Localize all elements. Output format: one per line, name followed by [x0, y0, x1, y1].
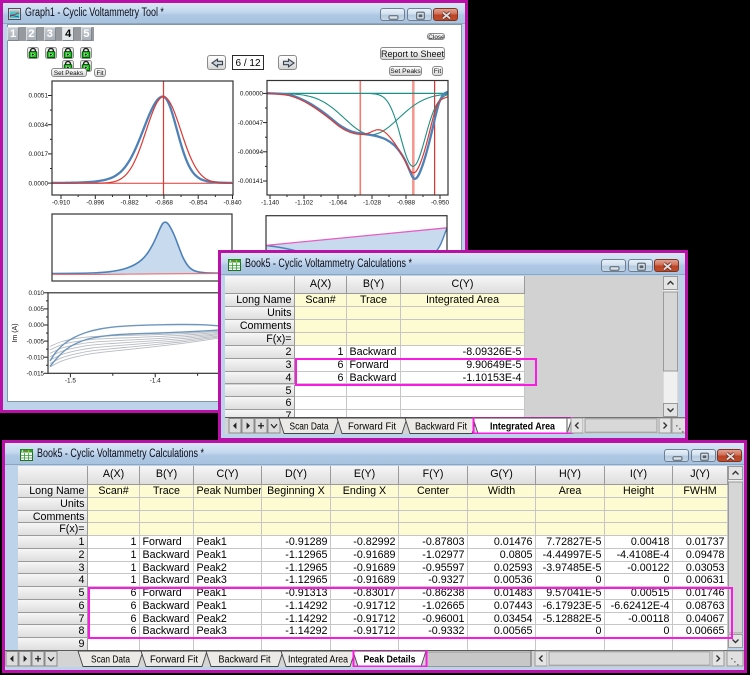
svg-text:Backward Fit: Backward Fit [219, 655, 271, 666]
svg-text:Integrated Area: Integrated Area [288, 655, 348, 666]
svg-text:Forward Fit: Forward Fit [150, 655, 198, 666]
svg-text:Scan Data: Scan Data [91, 655, 130, 666]
svg-text:Scan Data: Scan Data [290, 422, 329, 433]
svg-text:Backward Fit: Backward Fit [415, 422, 467, 433]
svg-text:Integrated Area: Integrated Area [490, 422, 555, 433]
svg-text:Forward Fit: Forward Fit [348, 422, 396, 433]
svg-text:Peak Details: Peak Details [364, 655, 416, 666]
